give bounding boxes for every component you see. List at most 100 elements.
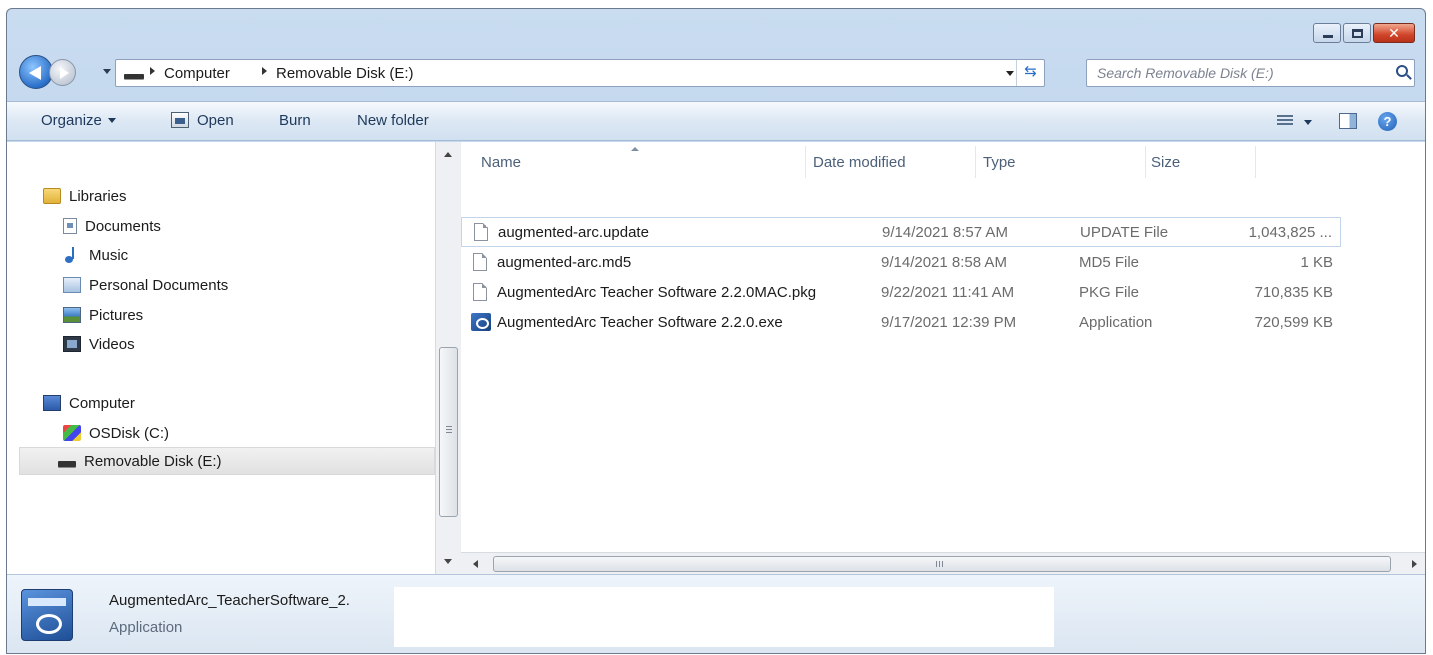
file-name: augmented-arc.update bbox=[498, 224, 649, 241]
libraries-icon bbox=[43, 188, 61, 204]
open-button[interactable]: Open bbox=[197, 112, 234, 129]
file-size: 720,599 KB bbox=[1254, 314, 1333, 331]
new-folder-button[interactable]: New folder bbox=[357, 112, 429, 129]
organize-button[interactable]: Organize bbox=[41, 112, 116, 129]
refresh-button[interactable]: ⇆ bbox=[1016, 60, 1044, 86]
column-divider[interactable] bbox=[975, 146, 976, 178]
navigation-pane: Libraries Documents Music Personal Docum… bbox=[7, 142, 435, 574]
column-divider[interactable] bbox=[1145, 146, 1146, 178]
search-input[interactable] bbox=[1087, 60, 1367, 86]
file-type: Application bbox=[1079, 314, 1153, 331]
sidebar-item-label: Personal Documents bbox=[89, 276, 229, 294]
address-dropdown-icon[interactable] bbox=[1006, 71, 1014, 76]
file-icon bbox=[474, 223, 488, 241]
column-header-size[interactable]: Size bbox=[1151, 154, 1180, 171]
views-icon[interactable] bbox=[1277, 115, 1293, 127]
application-large-icon bbox=[21, 589, 73, 641]
preview-pane-icon[interactable] bbox=[1339, 113, 1357, 129]
videos-icon bbox=[63, 336, 81, 352]
file-icon bbox=[473, 253, 487, 271]
views-dropdown-icon[interactable] bbox=[1304, 120, 1312, 125]
breadcrumb-separator-icon[interactable] bbox=[262, 67, 267, 75]
chevron-down-icon bbox=[107, 118, 116, 123]
sidebar-item-label: Documents bbox=[85, 217, 161, 235]
sidebar-item-libraries[interactable]: Libraries bbox=[43, 182, 127, 210]
scroll-right-icon[interactable] bbox=[1412, 560, 1417, 568]
column-header-date-modified[interactable]: Date modified bbox=[813, 154, 906, 171]
minimize-button[interactable] bbox=[1313, 23, 1341, 43]
navigation-scrollbar[interactable] bbox=[435, 142, 461, 574]
column-header-type[interactable]: Type bbox=[983, 154, 1016, 171]
file-icon bbox=[473, 283, 487, 301]
file-type: UPDATE File bbox=[1080, 224, 1169, 241]
burn-button[interactable]: Burn bbox=[279, 112, 311, 129]
column-divider[interactable] bbox=[805, 146, 806, 178]
breadcrumb-removable-disk[interactable]: Removable Disk (E:) bbox=[276, 65, 414, 82]
maximize-icon bbox=[1352, 29, 1363, 38]
scrollbar-thumb[interactable] bbox=[439, 347, 458, 517]
removable-disk-icon bbox=[124, 74, 144, 79]
close-icon: ✕ bbox=[1388, 25, 1400, 41]
file-size: 710,835 KB bbox=[1254, 284, 1333, 301]
breadcrumb-separator-icon[interactable] bbox=[150, 67, 155, 75]
sidebar-item-personal-documents[interactable]: Personal Documents bbox=[63, 271, 228, 299]
file-row[interactable]: AugmentedArc Teacher Software 2.2.0MAC.p… bbox=[461, 278, 1341, 308]
scroll-down-icon[interactable] bbox=[444, 559, 452, 564]
column-divider[interactable] bbox=[1255, 146, 1256, 178]
sidebar-item-documents[interactable]: Documents bbox=[63, 212, 161, 240]
pictures-icon bbox=[63, 307, 81, 323]
search-box[interactable] bbox=[1086, 59, 1415, 87]
computer-icon bbox=[43, 395, 61, 411]
command-bar: Organize Open Burn New folder ? bbox=[7, 101, 1425, 141]
file-row[interactable]: augmented-arc.update 9/14/2021 8:57 AM U… bbox=[461, 217, 1341, 247]
grip-icon bbox=[446, 426, 452, 434]
help-icon[interactable]: ? bbox=[1378, 112, 1397, 131]
file-row[interactable]: augmented-arc.md5 9/14/2021 8:58 AM MD5 … bbox=[461, 248, 1341, 278]
minimize-icon bbox=[1323, 35, 1333, 38]
file-name: augmented-arc.md5 bbox=[497, 254, 632, 271]
details-file-type: Application bbox=[109, 619, 183, 636]
search-icon[interactable] bbox=[1396, 65, 1408, 77]
details-file-name: AugmentedArc_TeacherSoftware_2. bbox=[109, 592, 350, 609]
close-button[interactable]: ✕ bbox=[1373, 23, 1415, 43]
forward-button[interactable] bbox=[49, 59, 76, 86]
music-icon bbox=[63, 247, 81, 263]
sidebar-item-label: Music bbox=[89, 246, 129, 264]
sidebar-item-removable-disk[interactable]: Removable Disk (E:) bbox=[19, 447, 435, 475]
file-date: 9/22/2021 11:41 AM bbox=[881, 284, 1015, 301]
sidebar-item-pictures[interactable]: Pictures bbox=[63, 301, 143, 329]
documents-icon bbox=[63, 218, 77, 234]
personal-documents-icon bbox=[63, 277, 81, 293]
organize-label: Organize bbox=[41, 112, 102, 129]
address-row: Computer Removable Disk (E:) ⇆ bbox=[19, 55, 1415, 91]
file-row[interactable]: AugmentedArc Teacher Software 2.2.0.exe … bbox=[461, 308, 1341, 338]
scroll-up-icon[interactable] bbox=[444, 152, 452, 157]
application-icon bbox=[471, 313, 491, 331]
address-bar[interactable]: Computer Removable Disk (E:) ⇆ bbox=[115, 59, 1045, 87]
file-name: AugmentedArc Teacher Software 2.2.0MAC.p… bbox=[497, 284, 817, 301]
sort-ascending-icon bbox=[631, 147, 639, 151]
caption-buttons: ✕ bbox=[1313, 23, 1415, 43]
details-pane: AugmentedArc_TeacherSoftware_2. Applicat… bbox=[7, 574, 1425, 653]
maximize-button[interactable] bbox=[1343, 23, 1371, 43]
grip-icon bbox=[936, 561, 944, 567]
sidebar-item-computer[interactable]: Computer bbox=[43, 389, 135, 417]
file-type: PKG File bbox=[1079, 284, 1140, 301]
sidebar-item-music[interactable]: Music bbox=[63, 241, 128, 269]
open-icon bbox=[171, 112, 189, 128]
scrollbar-thumb[interactable] bbox=[493, 556, 1391, 572]
recent-pages-dropdown[interactable] bbox=[103, 69, 111, 74]
sidebar-item-videos[interactable]: Videos bbox=[63, 330, 135, 358]
file-date: 9/17/2021 12:39 PM bbox=[881, 314, 1017, 331]
file-name: AugmentedArc Teacher Software 2.2.0.exe bbox=[497, 314, 783, 331]
file-list-horizontal-scrollbar[interactable] bbox=[461, 552, 1425, 574]
back-button[interactable] bbox=[19, 55, 53, 89]
sidebar-item-label: Pictures bbox=[89, 306, 144, 324]
scroll-left-icon[interactable] bbox=[473, 560, 478, 568]
sidebar-item-osdisk[interactable]: OSDisk (C:) bbox=[63, 419, 169, 447]
sidebar-item-label: OSDisk (C:) bbox=[89, 424, 169, 442]
file-list: Name Date modified Type Size augmented-a… bbox=[461, 142, 1425, 552]
breadcrumb-computer[interactable]: Computer bbox=[164, 65, 230, 82]
sidebar-item-label: Libraries bbox=[69, 187, 127, 205]
column-header-name[interactable]: Name bbox=[481, 154, 521, 171]
